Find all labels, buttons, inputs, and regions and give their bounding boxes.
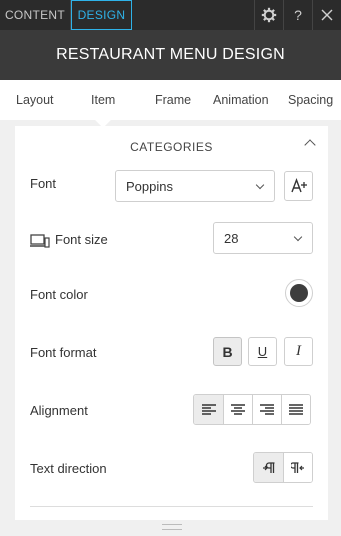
font-size-row: Font size 28	[15, 222, 328, 262]
page-title: RESTAURANT MENU DESIGN	[0, 30, 341, 80]
ltr-button[interactable]	[254, 453, 283, 482]
font-color-row: Font color	[15, 278, 328, 318]
font-format-label: Font format	[30, 345, 97, 360]
align-right-button[interactable]	[252, 395, 281, 424]
align-left-button[interactable]	[194, 395, 223, 424]
font-select[interactable]: Poppins	[115, 170, 275, 202]
alignment-group	[193, 394, 311, 425]
top-bar-spacer	[132, 0, 254, 30]
subtab-spacing[interactable]: Spacing	[288, 93, 333, 107]
underline-button[interactable]: U	[248, 337, 277, 366]
section-header[interactable]: CATEGORIES	[15, 126, 328, 168]
color-dot	[290, 284, 308, 302]
design-subtabs: Layout Item Frame Animation Spacing	[0, 80, 341, 120]
section-divider	[30, 506, 313, 507]
font-label: Font	[30, 176, 57, 191]
font-color-swatch[interactable]	[285, 279, 313, 307]
font-row: Font Poppins	[15, 170, 328, 210]
font-size-select[interactable]: 28	[213, 222, 313, 254]
gear-icon-svg	[261, 7, 277, 23]
subtab-frame[interactable]: Frame	[155, 93, 191, 107]
help-icon[interactable]: ?	[283, 0, 312, 30]
tab-content[interactable]: CONTENT	[0, 0, 71, 30]
bold-button[interactable]: B	[213, 337, 242, 366]
font-color-label: Font color	[30, 287, 88, 302]
close-icon[interactable]	[312, 0, 341, 30]
gear-icon[interactable]	[254, 0, 283, 30]
font-select-value: Poppins	[126, 178, 173, 194]
alignment-label: Alignment	[30, 403, 88, 418]
top-bar: CONTENT DESIGN ?	[0, 0, 341, 30]
align-left-icon	[201, 404, 216, 415]
alignment-row: Alignment	[15, 394, 328, 434]
chevron-down-icon	[293, 232, 303, 242]
text-direction-group	[253, 452, 313, 483]
resize-handle[interactable]	[162, 524, 182, 530]
close-icon-svg	[321, 9, 333, 21]
add-font-button[interactable]	[284, 171, 313, 201]
italic-button[interactable]: I	[284, 337, 313, 366]
text-direction-label: Text direction	[30, 461, 107, 476]
rtl-button[interactable]	[283, 453, 312, 482]
text-direction-row: Text direction	[15, 452, 328, 492]
font-size-value: 28	[224, 230, 239, 246]
subtab-item[interactable]: Item	[91, 93, 115, 107]
devices-icon	[30, 234, 50, 253]
subtab-layout[interactable]: Layout	[16, 93, 54, 107]
ltr-icon	[262, 461, 274, 473]
bold-label: B	[222, 343, 233, 360]
subtab-animation[interactable]: Animation	[213, 93, 269, 107]
underline-label: U	[257, 344, 268, 359]
chevron-up-icon[interactable]	[304, 139, 316, 151]
rtl-icon	[291, 461, 304, 473]
add-font-icon	[290, 178, 307, 193]
italic-label: I	[296, 343, 301, 359]
align-center-button[interactable]	[223, 395, 252, 424]
align-justify-button[interactable]	[281, 395, 310, 424]
align-center-icon	[231, 404, 245, 415]
font-format-row: Font format B U I	[15, 336, 328, 376]
devices-icon-svg	[30, 234, 50, 248]
chevron-down-icon	[255, 180, 265, 190]
categories-panel: CATEGORIES Font Poppins Font size 28 Fon…	[15, 126, 328, 520]
align-right-icon	[260, 404, 274, 415]
align-justify-icon	[289, 404, 303, 415]
section-title: CATEGORIES	[130, 140, 213, 154]
tab-design[interactable]: DESIGN	[71, 0, 132, 30]
font-size-label: Font size	[55, 232, 108, 247]
